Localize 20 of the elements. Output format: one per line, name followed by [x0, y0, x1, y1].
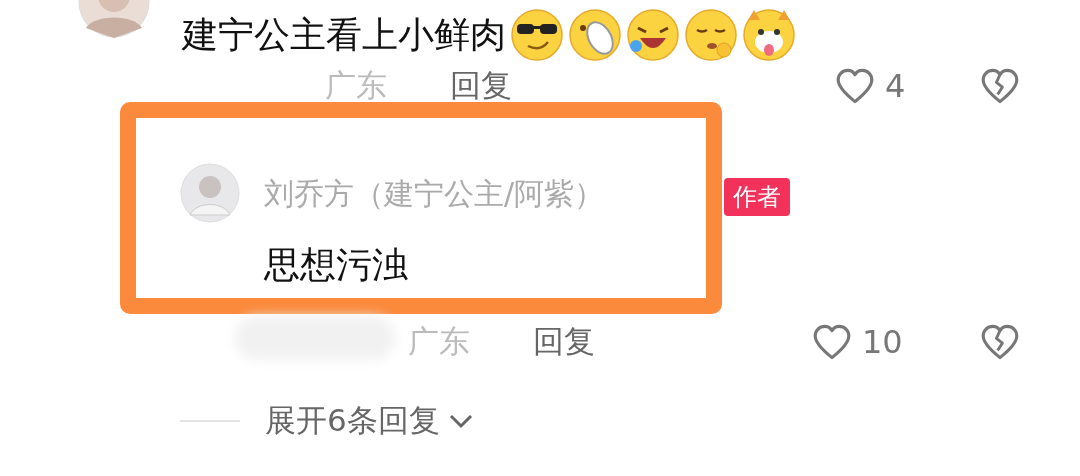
chevron-down-icon — [447, 412, 474, 430]
sunglasses-emoji-icon — [510, 8, 564, 62]
reply-link[interactable]: 回复 — [533, 321, 595, 363]
location-text: 广东 — [408, 322, 470, 361]
dog-emoji-icon — [742, 8, 796, 62]
laughing-emoji-icon — [626, 8, 680, 62]
like-count: 4 — [885, 67, 906, 105]
broken-heart-icon[interactable] — [980, 68, 1020, 104]
broken-heart-icon[interactable] — [980, 324, 1020, 360]
reply-text: 思想污浊 — [264, 243, 408, 287]
smirk-emoji-icon — [684, 8, 738, 62]
author-badge: 作者 — [724, 178, 790, 216]
like-heart-icon[interactable] — [835, 68, 875, 104]
location-text: 广东 — [325, 66, 387, 105]
slipper-emoji-icon — [568, 8, 622, 62]
reply-link[interactable]: 回复 — [450, 65, 512, 107]
comment-text: 建宁公主看上小鲜肉 — [182, 12, 506, 57]
like-count: 10 — [862, 323, 903, 361]
like-heart-icon[interactable] — [812, 324, 852, 360]
expand-replies-button[interactable]: 展开6条回复 — [265, 400, 474, 442]
